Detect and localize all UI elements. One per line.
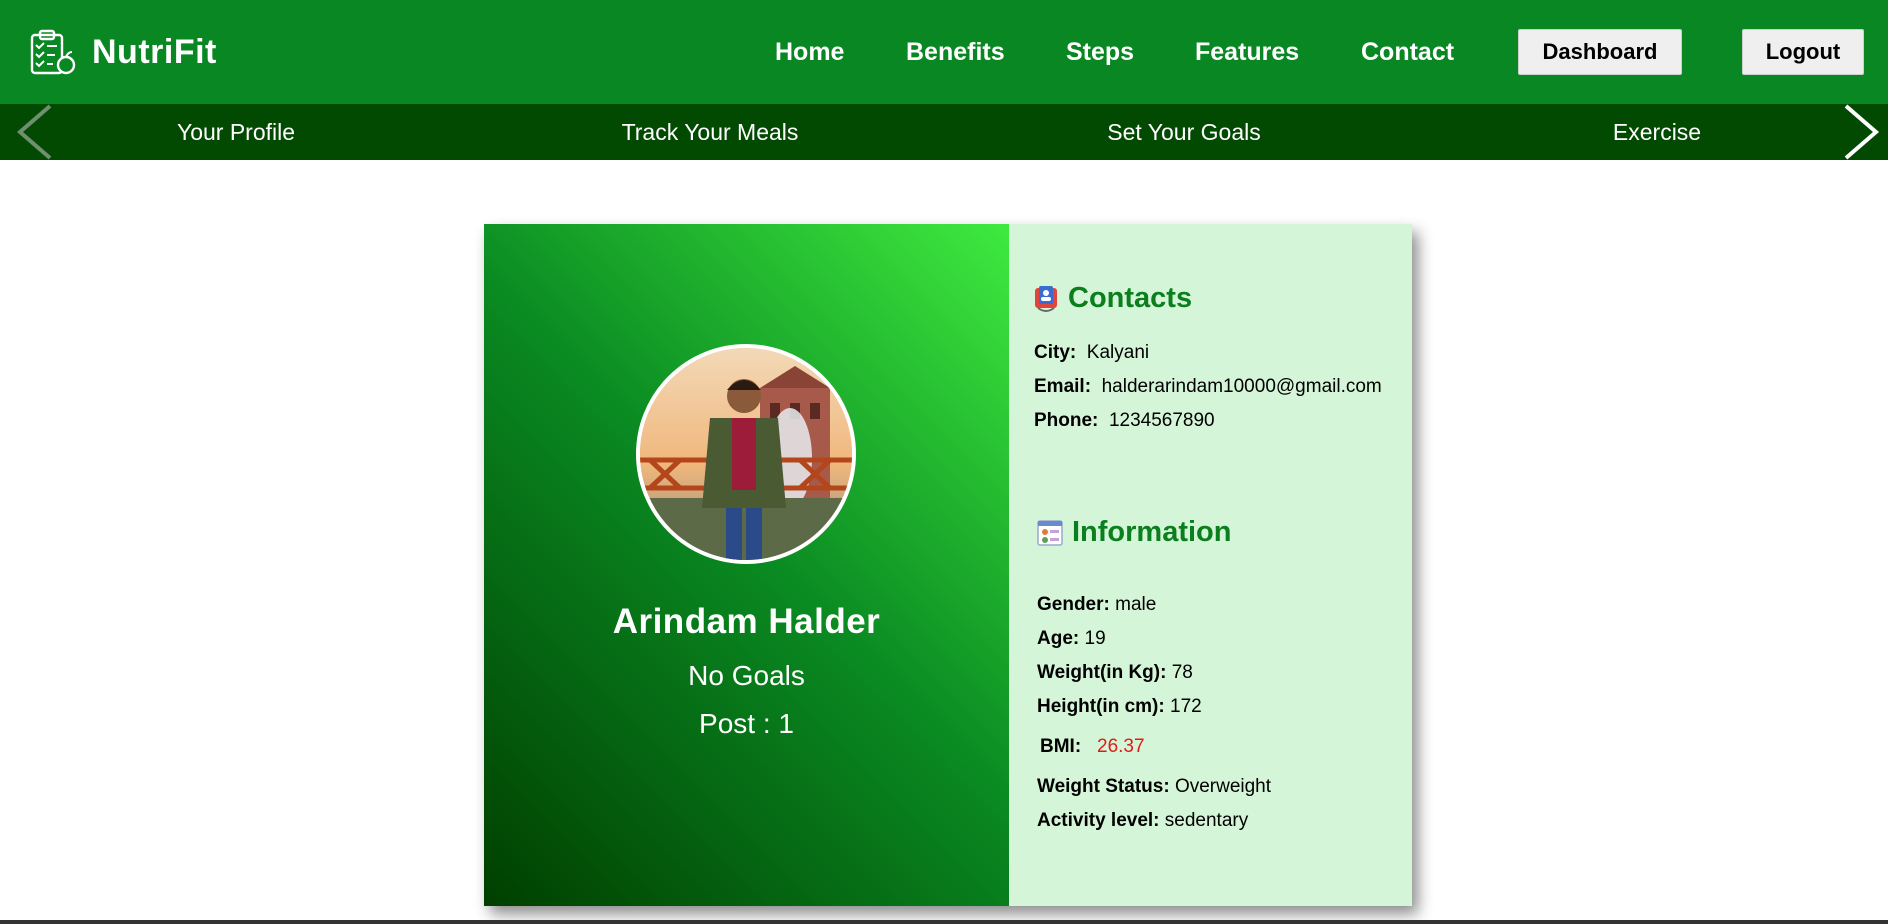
phone-label: Phone:	[1034, 410, 1099, 431]
avatar	[636, 344, 856, 564]
profile-details-panel	[1009, 224, 1412, 906]
info-chart-icon	[1037, 519, 1063, 546]
weight-status-value: Overweight	[1174, 776, 1272, 797]
nav-link-steps[interactable]: Steps	[1066, 36, 1134, 68]
age-label: Age:	[1037, 628, 1080, 649]
bmi-label: BMI:	[1040, 736, 1082, 757]
avatar-photo	[640, 348, 852, 560]
contact-email-row: Email: halderarindam10000@gmail.com	[1034, 376, 1382, 398]
weight-label: Weight(in Kg):	[1037, 662, 1167, 683]
age-value: 19	[1084, 628, 1106, 649]
info-age-row: Age: 19	[1037, 628, 1106, 650]
phone-value: 1234567890	[1108, 410, 1215, 431]
subnav-set-goals[interactable]: Set Your Goals	[1107, 118, 1260, 146]
contact-city-row: City: Kalyani	[1034, 342, 1149, 364]
info-weight-status-row: Weight Status: Overweight	[1037, 776, 1271, 798]
subnav-exercise[interactable]: Exercise	[1613, 118, 1701, 146]
info-bmi-row: BMI: 26.37	[1040, 736, 1145, 758]
nav-link-features[interactable]: Features	[1195, 36, 1299, 68]
profile-goal: No Goals	[688, 660, 805, 691]
height-label: Height(in cm):	[1037, 696, 1165, 717]
top-navbar: NutriFit Home Benefits Steps Features Co…	[0, 0, 1888, 104]
info-activity-row: Activity level: sedentary	[1037, 810, 1248, 832]
gender-label: Gender:	[1037, 594, 1110, 615]
chevron-left-icon[interactable]	[14, 104, 54, 160]
city-value: Kalyani	[1086, 342, 1150, 363]
profile-name: Arindam Halder	[612, 602, 881, 641]
contacts-title-text: Contacts	[1068, 282, 1193, 314]
sub-navbar: Your Profile Track Your Meals Set Your G…	[0, 104, 1888, 160]
logout-button[interactable]: Logout	[1742, 29, 1864, 75]
subnav-track-meals[interactable]: Track Your Meals	[622, 118, 799, 146]
profile-summary-panel: Arindam Halder No Goals Post : 1	[484, 224, 1009, 906]
page-bottom-border	[0, 920, 1888, 924]
info-height-row: Height(in cm): 172	[1037, 696, 1202, 718]
weight-status-label: Weight Status:	[1037, 776, 1170, 797]
subnav-your-profile[interactable]: Your Profile	[177, 118, 295, 146]
nav-link-contact[interactable]: Contact	[1361, 36, 1454, 68]
height-value: 172	[1170, 696, 1202, 717]
brand-name: NutriFit	[92, 32, 217, 71]
weight-value: 78	[1171, 662, 1193, 683]
city-label: City:	[1034, 342, 1077, 363]
brand[interactable]: NutriFit	[28, 26, 217, 78]
profile-post-count: Post : 1	[699, 708, 794, 739]
contact-book-icon	[1035, 285, 1057, 312]
activity-level-value: sedentary	[1164, 810, 1249, 831]
chevron-right-icon[interactable]	[1842, 104, 1882, 160]
info-weight-row: Weight(in Kg): 78	[1037, 662, 1193, 684]
info-gender-row: Gender: male	[1037, 594, 1156, 616]
contact-phone-row: Phone: 1234567890	[1034, 410, 1215, 432]
email-label: Email:	[1034, 376, 1092, 397]
bmi-value: 26.37	[1097, 736, 1145, 757]
information-title: Information	[1036, 516, 1232, 549]
activity-level-label: Activity level:	[1037, 810, 1160, 831]
email-value: halderarindam10000@gmail.com	[1101, 376, 1382, 397]
information-title-text: Information	[1072, 516, 1232, 548]
dashboard-button[interactable]: Dashboard	[1518, 29, 1682, 75]
contacts-title: Contacts	[1032, 282, 1192, 315]
nav-link-benefits[interactable]: Benefits	[906, 36, 1005, 68]
gender-value: male	[1115, 594, 1157, 615]
profile-card: Arindam Halder No Goals Post : 1	[484, 224, 1412, 906]
clipboard-apple-icon	[30, 29, 76, 75]
nav-link-home[interactable]: Home	[775, 36, 844, 68]
